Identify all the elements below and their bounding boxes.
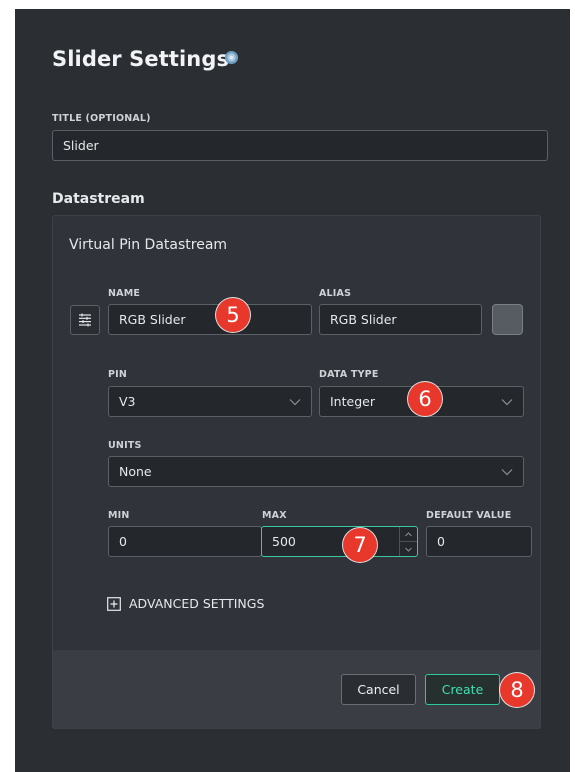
max-input[interactable]: 500 <box>261 526 418 557</box>
step-badge-8: 8 <box>500 673 534 707</box>
default-value-input[interactable]: 0 <box>426 526 532 557</box>
default-value-input-value: 0 <box>437 534 445 549</box>
max-stepper[interactable] <box>399 527 417 556</box>
chevron-down-icon <box>289 398 301 405</box>
name-label: NAME <box>108 288 141 299</box>
sliders-icon-glyph <box>79 313 91 327</box>
pin-select[interactable]: V3 <box>108 386 312 417</box>
datastream-card: Virtual Pin Datastream NAME RGB Slider A… <box>52 215 541 729</box>
units-select[interactable]: None <box>108 456 524 487</box>
units-select-value: None <box>119 464 152 479</box>
step-badge-5: 5 <box>216 298 250 332</box>
step-badge-7: 7 <box>343 528 377 562</box>
chevron-down-icon <box>501 468 513 475</box>
plus-square-icon <box>107 596 121 611</box>
data-type-label: DATA TYPE <box>319 369 379 380</box>
cancel-button[interactable]: Cancel <box>341 674 416 705</box>
min-input-value: 0 <box>119 534 127 549</box>
pin-select-value: V3 <box>119 394 136 409</box>
sliders-icon[interactable] <box>70 305 100 335</box>
name-input[interactable]: RGB Slider <box>108 304 312 335</box>
stepper-up-icon[interactable] <box>400 527 417 541</box>
color-picker-swatch[interactable] <box>492 304 523 335</box>
info-icon[interactable] <box>224 50 239 65</box>
create-button[interactable]: Create <box>425 674 500 705</box>
stepper-down-icon[interactable] <box>400 541 417 556</box>
title-input-value: Slider <box>63 138 99 153</box>
advanced-settings-toggle[interactable]: ADVANCED SETTINGS <box>107 596 264 611</box>
slider-settings-dialog: Slider Settings TITLE (OPTIONAL) Slider … <box>15 9 570 772</box>
title-field-label: TITLE (OPTIONAL) <box>52 113 151 124</box>
alias-input-value: RGB Slider <box>330 312 397 327</box>
name-input-value: RGB Slider <box>119 312 186 327</box>
title-input[interactable]: Slider <box>52 130 548 161</box>
alias-input[interactable]: RGB Slider <box>319 304 482 335</box>
min-label: MIN <box>108 510 130 521</box>
step-badge-6: 6 <box>408 382 442 416</box>
datastream-section-title: Datastream <box>52 191 145 207</box>
advanced-settings-label: ADVANCED SETTINGS <box>129 596 265 611</box>
max-label: MAX <box>262 510 287 521</box>
units-label: UNITS <box>108 440 142 451</box>
pin-label: PIN <box>108 369 128 380</box>
chevron-down-icon <box>501 398 513 405</box>
default-value-label: DEFAULT VALUE <box>426 510 512 521</box>
page-title: Slider Settings <box>52 47 230 71</box>
alias-label: ALIAS <box>319 288 352 299</box>
min-input[interactable]: 0 <box>108 526 262 557</box>
datastream-card-title: Virtual Pin Datastream <box>69 237 228 253</box>
